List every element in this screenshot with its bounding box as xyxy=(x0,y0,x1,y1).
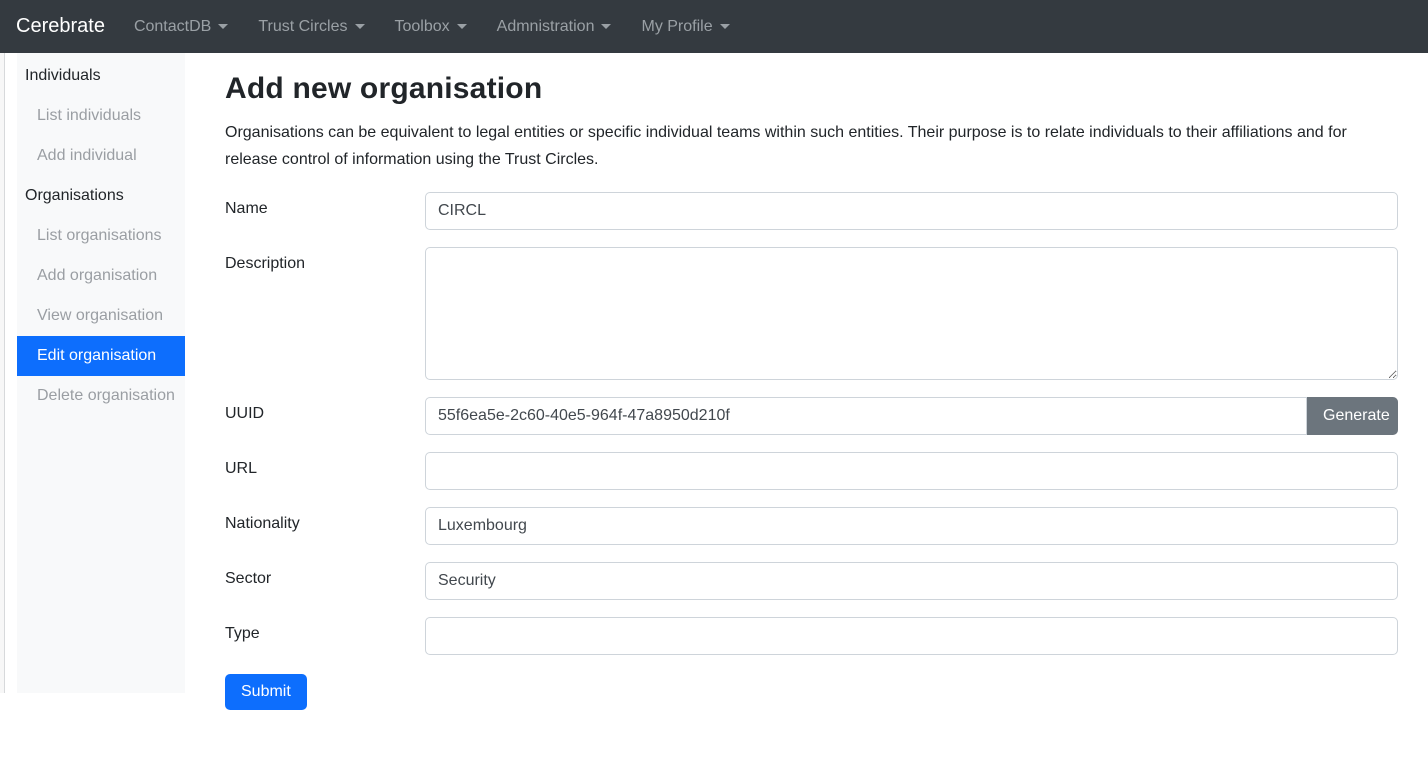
uuid-label: UUID xyxy=(225,397,425,435)
organisation-form: Name Description UUID Generate xyxy=(225,192,1398,710)
caret-down-icon xyxy=(218,24,228,29)
form-row-type: Type xyxy=(225,617,1398,655)
type-label: Type xyxy=(225,617,425,655)
url-field[interactable] xyxy=(425,452,1398,490)
sidebar-container: Individuals List individuals Add individ… xyxy=(0,53,185,693)
nav-item-label: Trust Circles xyxy=(258,18,347,36)
sidebar-header-organisations: Organisations xyxy=(17,176,185,216)
sidebar-item-add-organisation[interactable]: Add organisation xyxy=(17,256,185,296)
sidebar-header-individuals: Individuals xyxy=(17,56,185,96)
page-title: Add new organisation xyxy=(225,72,1398,106)
sidebar-item-edit-organisation[interactable]: Edit organisation xyxy=(17,336,185,376)
top-navbar: Cerebrate ContactDB Trust Circles Toolbo… xyxy=(0,0,1428,53)
brand-link[interactable]: Cerebrate xyxy=(16,15,105,38)
form-row-url: URL xyxy=(225,452,1398,490)
form-row-sector: Sector xyxy=(225,562,1398,600)
submit-button[interactable]: Submit xyxy=(225,674,307,710)
name-field[interactable] xyxy=(425,192,1398,230)
main-content: Add new organisation Organisations can b… xyxy=(185,53,1428,710)
form-row-name: Name xyxy=(225,192,1398,230)
caret-down-icon xyxy=(457,24,467,29)
type-field[interactable] xyxy=(425,617,1398,655)
nav-item-administration[interactable]: Admnistration xyxy=(489,10,620,44)
sidebar-item-view-organisation[interactable]: View organisation xyxy=(17,296,185,336)
form-row-nationality: Nationality xyxy=(225,507,1398,545)
nav-item-toolbox[interactable]: Toolbox xyxy=(387,10,475,44)
description-label: Description xyxy=(225,247,425,380)
nav-item-label: Toolbox xyxy=(395,18,450,36)
sidebar-item-add-individual[interactable]: Add individual xyxy=(17,136,185,176)
nav-item-label: Admnistration xyxy=(497,18,595,36)
nationality-field[interactable] xyxy=(425,507,1398,545)
nav-item-label: ContactDB xyxy=(134,18,211,36)
caret-down-icon xyxy=(355,24,365,29)
form-row-description: Description xyxy=(225,247,1398,380)
sidebar-scrollbar[interactable] xyxy=(0,53,5,693)
generate-uuid-button[interactable]: Generate xyxy=(1307,397,1398,435)
nav-item-my-profile[interactable]: My Profile xyxy=(633,10,737,44)
name-label: Name xyxy=(225,192,425,230)
navbar-menu: ContactDB Trust Circles Toolbox Admnistr… xyxy=(119,10,745,44)
uuid-field[interactable] xyxy=(425,397,1307,435)
sector-field[interactable] xyxy=(425,562,1398,600)
url-label: URL xyxy=(225,452,425,490)
description-field[interactable] xyxy=(425,247,1398,380)
caret-down-icon xyxy=(720,24,730,29)
caret-down-icon xyxy=(601,24,611,29)
sidebar-item-list-organisations[interactable]: List organisations xyxy=(17,216,185,256)
sector-label: Sector xyxy=(225,562,425,600)
sidebar: Individuals List individuals Add individ… xyxy=(17,53,185,693)
nav-item-trust-circles[interactable]: Trust Circles xyxy=(250,10,372,44)
page-description: Organisations can be equivalent to legal… xyxy=(225,119,1398,173)
nav-item-label: My Profile xyxy=(641,18,712,36)
sidebar-item-list-individuals[interactable]: List individuals xyxy=(17,96,185,136)
sidebar-item-delete-organisation[interactable]: Delete organisation xyxy=(17,376,185,416)
nav-item-contactdb[interactable]: ContactDB xyxy=(126,10,236,44)
nationality-label: Nationality xyxy=(225,507,425,545)
form-row-uuid: UUID Generate xyxy=(225,397,1398,435)
